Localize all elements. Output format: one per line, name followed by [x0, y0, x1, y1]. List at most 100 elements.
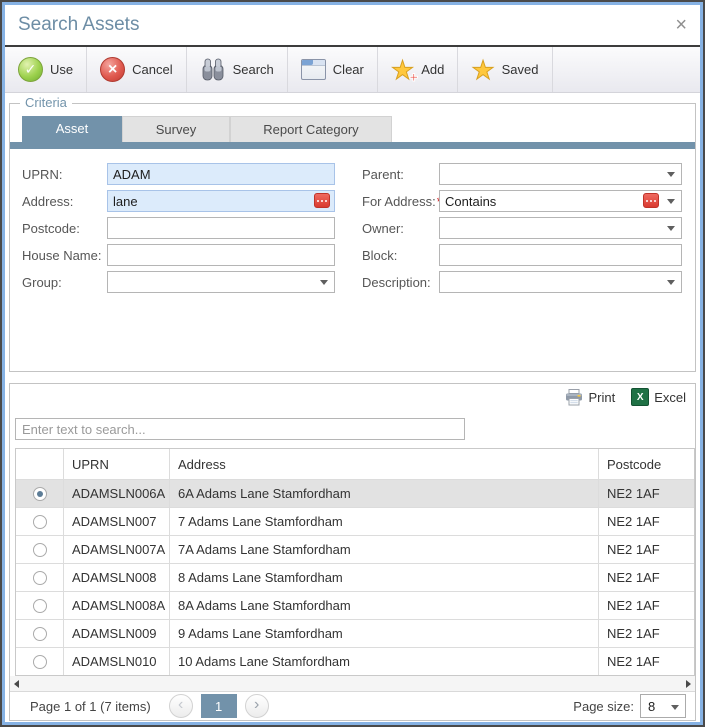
dropdown-arrow-icon[interactable] [667, 226, 675, 231]
horizontal-scrollbar[interactable] [10, 676, 695, 691]
scroll-left-icon[interactable] [14, 680, 19, 688]
pager-next-button[interactable] [245, 694, 269, 718]
field-row-house-name: House Name: [22, 244, 335, 266]
field-label-address: Address: [22, 194, 107, 209]
pager-current-page[interactable]: 1 [201, 694, 237, 718]
field-uprn-input[interactable]: ADAM [107, 163, 335, 185]
column-header-postcode[interactable]: Postcode [598, 449, 694, 479]
scroll-right-icon[interactable] [686, 680, 691, 688]
address-cell: 7A Adams Lane Stamfordham [169, 536, 598, 563]
field-block-input[interactable] [439, 244, 682, 266]
star-icon: ★ [471, 58, 494, 82]
grid-search-row [10, 410, 695, 448]
field-parent-dropdown[interactable] [439, 163, 682, 185]
close-icon[interactable]: × [675, 15, 687, 35]
export-bar: Print X Excel [10, 384, 695, 410]
toolbar-button-label: Clear [333, 62, 364, 77]
uprn-cell: ADAMSLN008 [63, 564, 169, 591]
page-size-label: Page size: [573, 699, 634, 714]
field-label-description: Description: [362, 275, 439, 290]
page-size-value: 8 [648, 699, 655, 714]
table-row-adamsln007a[interactable]: ADAMSLN007A7A Adams Lane StamfordhamNE2 … [16, 535, 694, 563]
address-cell: 8A Adams Lane Stamfordham [169, 592, 598, 619]
address-cell: 10 Adams Lane Stamfordham [169, 648, 598, 675]
excel-icon: X [631, 388, 649, 406]
toolbar-button-use[interactable]: ✓Use [5, 47, 87, 92]
grid-search-input[interactable] [15, 418, 465, 440]
field-address-input[interactable]: lane [107, 190, 335, 212]
row-radio-button[interactable] [33, 599, 47, 613]
row-radio-button[interactable] [33, 515, 47, 529]
field-label-owner: Owner: [362, 221, 439, 236]
field-description-dropdown[interactable] [439, 271, 682, 293]
row-radio-button[interactable] [33, 655, 47, 669]
field-row-for-address: For Address:*Contains [362, 190, 682, 212]
column-header-select[interactable] [16, 449, 63, 479]
tab-report-category[interactable]: Report Category [230, 116, 392, 142]
cancel-x-icon: × [100, 57, 125, 82]
excel-button[interactable]: X Excel [631, 388, 686, 406]
toolbar-button-label: Use [50, 62, 73, 77]
row-select-cell [16, 536, 63, 563]
row-select-cell [16, 564, 63, 591]
table-row-adamsln009[interactable]: ADAMSLN0099 Adams Lane StamfordhamNE2 1A… [16, 619, 694, 647]
table-row-adamsln008[interactable]: ADAMSLN0088 Adams Lane StamfordhamNE2 1A… [16, 563, 694, 591]
field-label-parent: Parent: [362, 167, 439, 182]
search-assets-dialog: Search Assets × ✓Use×CancelSearch Clear ★+… [0, 0, 705, 727]
binoculars-icon [200, 57, 226, 83]
ellipsis-button[interactable] [643, 193, 659, 208]
postcode-cell: NE2 1AF [598, 508, 694, 535]
row-select-cell [16, 620, 63, 647]
toolbar-button-search[interactable]: Search [187, 47, 288, 92]
tab-asset[interactable]: Asset [22, 116, 122, 142]
toolbar-button-saved[interactable]: ★Saved [458, 47, 552, 92]
toolbar-button-add[interactable]: ★+Add [378, 47, 458, 92]
dropdown-arrow-icon[interactable] [667, 280, 675, 285]
pager-status: Page 1 of 1 (7 items) [30, 699, 151, 714]
column-header-address[interactable]: Address [169, 449, 598, 479]
address-cell: 6A Adams Lane Stamfordham [169, 480, 598, 507]
grid-body: ADAMSLN006A6A Adams Lane StamfordhamNE2 … [16, 479, 694, 675]
dropdown-arrow-icon[interactable] [320, 280, 328, 285]
page-size-select[interactable]: 8 [640, 694, 686, 718]
field-label-postcode: Postcode: [22, 221, 107, 236]
print-button[interactable]: Print [565, 389, 615, 406]
table-row-adamsln007[interactable]: ADAMSLN0077 Adams Lane StamfordhamNE2 1A… [16, 507, 694, 535]
dropdown-arrow-icon[interactable] [667, 199, 675, 204]
uprn-cell: ADAMSLN009 [63, 620, 169, 647]
field-owner-dropdown[interactable] [439, 217, 682, 239]
criteria-legend: Criteria [20, 95, 72, 110]
results-grid: UPRNAddressPostcode ADAMSLN006A6A Adams … [15, 448, 695, 676]
address-cell: 9 Adams Lane Stamfordham [169, 620, 598, 647]
uprn-cell: ADAMSLN006A [63, 480, 169, 507]
row-select-cell [16, 592, 63, 619]
pager: Page 1 of 1 (7 items) 1 Page size: 8 [10, 691, 695, 720]
column-header-uprn[interactable]: UPRN [63, 449, 169, 479]
table-row-adamsln006a[interactable]: ADAMSLN006A6A Adams Lane StamfordhamNE2 … [16, 479, 694, 507]
uprn-cell: ADAMSLN007 [63, 508, 169, 535]
excel-label: Excel [654, 390, 686, 405]
table-row-adamsln008a[interactable]: ADAMSLN008A8A Adams Lane StamfordhamNE2 … [16, 591, 694, 619]
row-radio-button[interactable] [33, 571, 47, 585]
field-row-description: Description: [362, 271, 682, 293]
row-radio-button[interactable] [33, 627, 47, 641]
pager-prev-button[interactable] [169, 694, 193, 718]
row-radio-button[interactable] [33, 543, 47, 557]
field-value: Contains [445, 194, 496, 209]
row-radio-button[interactable] [33, 487, 47, 501]
dropdown-arrow-icon[interactable] [667, 172, 675, 177]
window-title: Search Assets [18, 14, 675, 36]
ellipsis-button[interactable] [314, 193, 330, 208]
field-group-dropdown[interactable] [107, 271, 335, 293]
table-row-adamsln010[interactable]: ADAMSLN01010 Adams Lane StamfordhamNE2 1… [16, 647, 694, 675]
tab-survey[interactable]: Survey [122, 116, 230, 142]
field-for-address-dropdown[interactable]: Contains [439, 190, 682, 212]
ellipsis-dots-icon [321, 200, 323, 202]
criteria-tabs: AssetSurveyReport Category [22, 116, 695, 142]
star-add-icon: ★+ [391, 58, 414, 82]
toolbar-button-clear[interactable]: Clear [288, 47, 378, 92]
field-house-name-input[interactable] [107, 244, 335, 266]
toolbar-button-cancel[interactable]: ×Cancel [87, 47, 186, 92]
postcode-cell: NE2 1AF [598, 592, 694, 619]
field-postcode-input[interactable] [107, 217, 335, 239]
